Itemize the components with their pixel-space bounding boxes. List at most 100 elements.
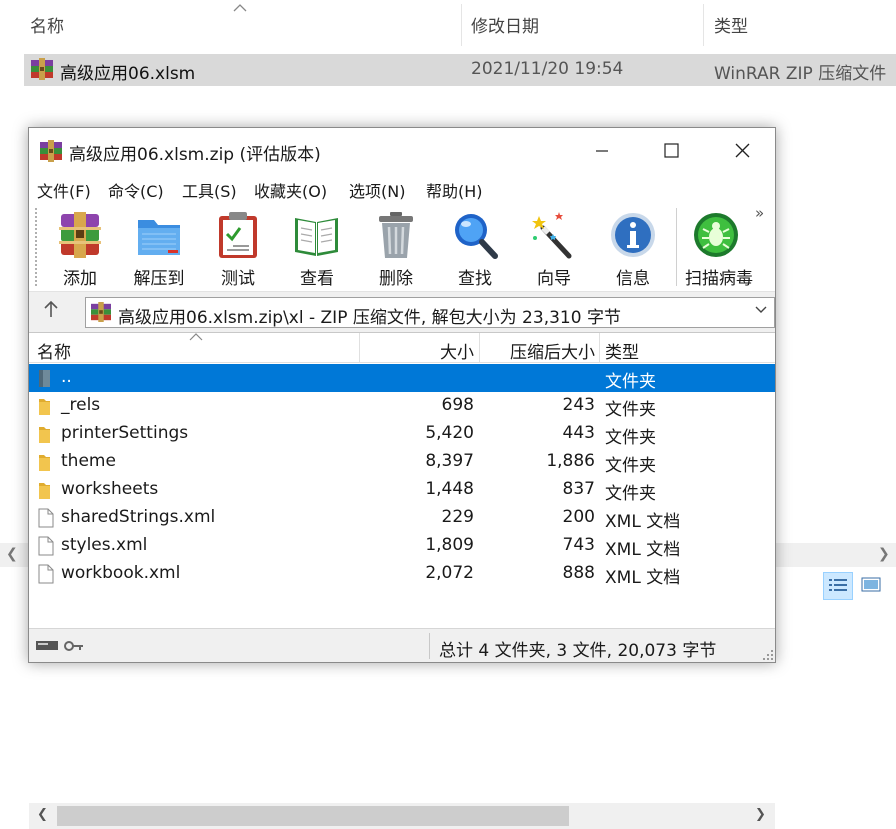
view-button[interactable]: 查看: [278, 208, 356, 289]
file-name: ..: [61, 367, 72, 387]
magnifier-icon: [455, 214, 498, 259]
up-one-level-icon[interactable]: [43, 300, 59, 323]
chevron-down-icon[interactable]: [754, 304, 768, 319]
menu-help[interactable]: 帮助(H): [426, 178, 483, 202]
menu-tools[interactable]: 工具(S): [182, 178, 237, 202]
parent-folder-icon: [37, 368, 55, 392]
status-bar: 总计 4 文件夹, 3 文件, 20,073 字节: [29, 628, 775, 662]
scrollbar-thumb[interactable]: [57, 806, 569, 826]
file-row[interactable]: _rels 698 243 文件夹: [29, 392, 775, 420]
folder-icon: [37, 452, 55, 476]
file-list-header: 名称 大小 压缩后大小 类型: [29, 333, 775, 363]
extract-to-button[interactable]: 解压到: [120, 208, 198, 289]
file-type: 文件夹: [605, 372, 656, 392]
explorer-file-date: 2021/11/20 19:54: [471, 59, 624, 79]
menu-commands[interactable]: 命令(C): [108, 178, 164, 202]
scroll-right-icon[interactable]: ❯: [755, 807, 766, 822]
test-clipboard-icon: [219, 212, 257, 258]
file-type: XML 文档: [605, 568, 681, 588]
file-size: 5,420: [425, 423, 474, 443]
menu-favorites[interactable]: 收藏夹(O): [254, 178, 327, 202]
minimize-button[interactable]: [579, 136, 625, 166]
file-name: sharedStrings.xml: [61, 507, 216, 527]
sort-ascending-icon: [189, 333, 203, 341]
file-name: _rels: [61, 395, 101, 415]
file-row[interactable]: printerSettings 5,420 443 文件夹: [29, 420, 775, 448]
scroll-right-icon[interactable]: ❯: [878, 546, 890, 562]
test-button[interactable]: 测试: [199, 208, 277, 289]
find-button[interactable]: 查找: [436, 208, 514, 289]
scroll-left-icon[interactable]: ❮: [6, 546, 18, 562]
status-separator: [429, 633, 430, 659]
toolbar-separator: [676, 208, 677, 286]
file-row[interactable]: workbook.xml 2,072 888 XML 文档: [29, 560, 775, 588]
explorer-file-name: 高级应用06.xlsm: [60, 64, 196, 84]
delete-button-label: 删除: [379, 269, 413, 289]
file-list[interactable]: 名称 大小 压缩后大小 类型 .. 文件夹 _rels 698 243 文件夹 printe…: [29, 332, 775, 829]
file-packed-size: 743: [562, 535, 595, 555]
close-button[interactable]: [719, 136, 765, 166]
status-summary: 总计 4 文件夹, 3 文件, 20,073 字节: [439, 641, 717, 661]
add-button-label: 添加: [63, 269, 97, 289]
file-size: 229: [441, 507, 474, 527]
info-button[interactable]: 信息: [594, 208, 672, 289]
delete-button[interactable]: 删除: [357, 208, 435, 289]
col-type[interactable]: 类型: [605, 338, 639, 363]
address-bar[interactable]: 高级应用06.xlsm.zip\xl - ZIP 压缩文件, 解包大小为 23,…: [85, 297, 775, 328]
menu-options[interactable]: 选项(N): [349, 178, 405, 202]
title-bar[interactable]: 高级应用06.xlsm.zip (评估版本): [29, 128, 775, 174]
find-button-label: 查找: [458, 269, 492, 289]
file-type: 文件夹: [605, 484, 656, 504]
large-icons-view-icon: [861, 577, 881, 592]
drive-and-key-icon[interactable]: [35, 639, 85, 653]
file-row[interactable]: styles.xml 1,809 743 XML 文档: [29, 532, 775, 560]
scan-virus-button-label: 扫描病毒: [685, 269, 753, 288]
column-divider[interactable]: [599, 333, 600, 363]
explorer-col-name[interactable]: 名称: [30, 12, 64, 37]
add-button[interactable]: 添加: [41, 208, 119, 289]
col-name[interactable]: 名称: [37, 338, 71, 363]
file-row[interactable]: sharedStrings.xml 229 200 XML 文档: [29, 504, 775, 532]
file-packed-size: 443: [562, 423, 595, 443]
toolbar-overflow-icon[interactable]: »: [755, 204, 764, 222]
col-size[interactable]: 大小: [359, 338, 474, 363]
toolbar-grip[interactable]: [35, 208, 38, 286]
explorer-col-type[interactable]: 类型: [714, 12, 748, 37]
explorer-col-date[interactable]: 修改日期: [471, 12, 539, 37]
explorer-file-row[interactable]: 高级应用06.xlsm 2021/11/20 19:54 WinRAR ZIP …: [24, 54, 896, 86]
file-row[interactable]: .. 文件夹: [29, 364, 775, 392]
wizard-button[interactable]: 向导: [515, 208, 593, 289]
column-divider[interactable]: [461, 4, 462, 46]
view-book-icon: [295, 218, 338, 256]
details-view-icon: [829, 579, 847, 591]
file-row[interactable]: worksheets 1,448 837 文件夹: [29, 476, 775, 504]
file-row[interactable]: theme 8,397 1,886 文件夹: [29, 448, 775, 476]
maximize-button[interactable]: [648, 136, 694, 166]
winrar-archive-icon: [31, 58, 53, 80]
file-name: worksheets: [61, 479, 159, 499]
file-size: 698: [441, 395, 474, 415]
extract-folder-icon: [138, 220, 180, 255]
details-view-button[interactable]: [823, 572, 853, 600]
view-button-label: 查看: [300, 269, 334, 289]
test-button-label: 测试: [221, 269, 255, 289]
menu-file[interactable]: 文件(F): [37, 178, 91, 202]
winrar-app-icon: [40, 140, 62, 162]
winrar-window: 高级应用06.xlsm.zip (评估版本) 文件(F) 命令(C) 工具(S)…: [28, 127, 776, 829]
scan-virus-button[interactable]: 扫描病毒: [679, 208, 755, 288]
file-icon: [37, 508, 55, 532]
column-divider[interactable]: [703, 4, 704, 46]
address-path: 高级应用06.xlsm.zip\xl - ZIP 压缩文件, 解包大小为 23,…: [118, 308, 621, 328]
col-packed[interactable]: 压缩后大小: [479, 338, 595, 363]
info-icon: [611, 213, 655, 257]
file-name: styles.xml: [61, 535, 148, 555]
large-icons-view-button[interactable]: [857, 572, 887, 600]
menu-bar: 文件(F) 命令(C) 工具(S) 收藏夹(O) 选项(N) 帮助(H): [29, 174, 775, 202]
explorer-column-header: 名称 修改日期 类型: [0, 0, 896, 50]
list-horizontal-scrollbar[interactable]: ❮ ❯: [29, 803, 775, 829]
scroll-left-icon[interactable]: ❮: [37, 807, 48, 822]
file-name: workbook.xml: [61, 563, 181, 583]
folder-icon: [37, 396, 55, 420]
resize-grip-icon[interactable]: [763, 650, 773, 660]
extract-to-button-label: 解压到: [133, 269, 185, 289]
